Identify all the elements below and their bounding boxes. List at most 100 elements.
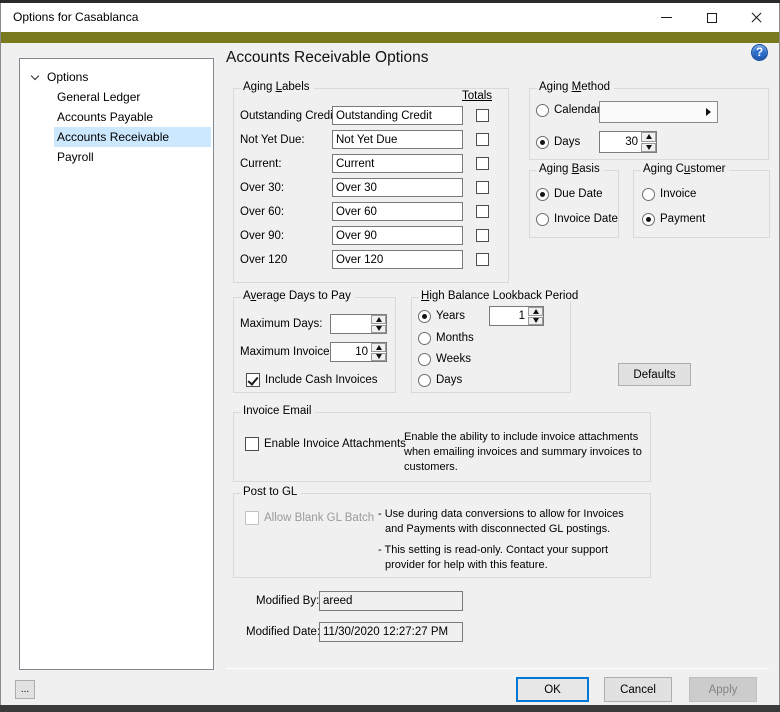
include-cash-invoices-checkbox[interactable] — [246, 373, 260, 387]
payment-radio-label: Payment — [660, 213, 706, 225]
window-title: Options for Casablanca — [13, 10, 139, 24]
aging-row-label: Not Yet Due: — [240, 133, 305, 146]
triangle-up-icon — [375, 344, 382, 350]
spin-down-button[interactable] — [528, 316, 543, 325]
options-dialog: Options for Casablanca ? Options General… — [0, 3, 780, 705]
spin-up-button[interactable] — [371, 315, 386, 324]
due-date-radio-label: Due Date — [554, 188, 603, 200]
due-date-radio-row[interactable]: Due Date — [536, 186, 603, 202]
tree-item-general-ledger[interactable]: General Ledger — [20, 87, 213, 107]
tree-item-accounts-payable[interactable]: Accounts Payable — [20, 107, 213, 127]
payment-radio-row[interactable]: Payment — [642, 211, 705, 227]
ok-button[interactable]: OK — [516, 677, 589, 702]
aging-label-input[interactable] — [332, 154, 463, 173]
totals-checkbox[interactable] — [476, 229, 489, 242]
aging-label-input[interactable] — [332, 250, 463, 269]
tree-item-options[interactable]: Options — [20, 67, 213, 87]
years-radio-label: Years — [436, 310, 465, 322]
totals-checkbox[interactable] — [476, 109, 489, 122]
title-bar[interactable]: Options for Casablanca — [1, 3, 779, 32]
totals-checkbox[interactable] — [476, 181, 489, 194]
invoice-date-radio-row[interactable]: Invoice Date — [536, 211, 618, 227]
spin-up-button[interactable] — [528, 307, 543, 316]
close-button[interactable] — [734, 3, 779, 32]
maximum-invoices-spinner — [330, 342, 387, 362]
payment-radio[interactable] — [642, 212, 655, 226]
weeks-radio[interactable] — [418, 352, 431, 366]
enable-invoice-attachments-row[interactable]: Enable Invoice Attachments — [245, 436, 406, 452]
spin-down-button[interactable] — [371, 352, 386, 361]
post-to-gl-group-title: Post to GL — [241, 486, 302, 498]
triangle-down-icon — [532, 318, 539, 324]
totals-checkbox[interactable] — [476, 157, 489, 170]
invoice-email-group: Invoice Email Enable Invoice Attachments… — [233, 405, 651, 482]
lookback-period-group: High Balance Lookback Period Years Month… — [411, 290, 583, 393]
weeks-radio-row[interactable]: Weeks — [418, 351, 471, 367]
cancel-button[interactable]: Cancel — [604, 677, 672, 702]
spinner-buttons — [371, 343, 386, 361]
minimize-icon — [661, 17, 672, 18]
months-radio[interactable] — [418, 331, 431, 345]
totals-checkbox[interactable] — [476, 133, 489, 146]
enable-invoice-attachments-checkbox[interactable] — [245, 437, 259, 451]
lookback-input[interactable] — [490, 307, 528, 325]
days-lookback-radio-row[interactable]: Days — [418, 372, 462, 388]
tree-item-accounts-receivable[interactable]: Accounts Receivable — [20, 127, 213, 147]
years-radio[interactable] — [418, 309, 431, 323]
days-radio-label: Days — [554, 136, 581, 148]
help-icon[interactable]: ? — [751, 44, 768, 61]
defaults-button[interactable]: Defaults — [618, 363, 691, 386]
footer-divider — [226, 668, 769, 669]
aging-basis-group-title: Aging Basis — [537, 163, 604, 175]
maximize-button[interactable] — [689, 3, 734, 32]
aging-label-input[interactable] — [332, 106, 463, 125]
totals-checkbox[interactable] — [476, 205, 489, 218]
invoice-radio-row[interactable]: Invoice — [642, 186, 696, 202]
page-title: Accounts Receivable Options — [226, 49, 429, 66]
minimize-button[interactable] — [644, 3, 689, 32]
spin-down-button[interactable] — [641, 142, 656, 152]
spin-up-button[interactable] — [641, 132, 656, 142]
allow-blank-gl-batch-row: Allow Blank GL Batch — [245, 510, 374, 526]
aging-label-input[interactable] — [332, 130, 463, 149]
days-lookback-radio[interactable] — [418, 373, 431, 387]
aging-method-group-title: Aging Method — [537, 81, 614, 93]
average-days-group-title: Average Days to Pay — [241, 290, 355, 302]
tree-item-payroll[interactable]: Payroll — [20, 147, 213, 167]
dialog-body: ? Options General Ledger Accounts Payabl… — [1, 43, 779, 705]
spin-up-button[interactable] — [371, 343, 386, 352]
totals-checkbox[interactable] — [476, 253, 489, 266]
days-spinner-input[interactable] — [600, 132, 641, 152]
invoice-date-radio[interactable] — [536, 212, 549, 226]
calendar-radio-row[interactable]: Calendar — [536, 102, 601, 118]
days-radio[interactable] — [536, 135, 549, 149]
calendar-dropdown[interactable] — [599, 101, 718, 123]
maximum-invoices-input[interactable] — [331, 343, 371, 361]
invoice-email-group-title: Invoice Email — [241, 405, 316, 417]
years-radio-row[interactable]: Years — [418, 308, 465, 324]
aging-label-input[interactable] — [332, 226, 463, 245]
post-to-gl-group: Post to GL Allow Blank GL Batch - Use du… — [233, 486, 651, 578]
due-date-radio[interactable] — [536, 187, 549, 201]
apply-button: Apply — [689, 677, 757, 702]
months-radio-row[interactable]: Months — [418, 330, 474, 346]
aging-label-input[interactable] — [332, 202, 463, 221]
aging-row-label: Outstanding Credit: — [240, 109, 340, 122]
modified-date-field — [319, 622, 463, 642]
days-radio-row[interactable]: Days — [536, 134, 580, 150]
calendar-radio[interactable] — [536, 103, 549, 117]
include-cash-invoices-row[interactable]: Include Cash Invoices — [246, 372, 378, 388]
maximum-invoices-label: Maximum Invoices: — [240, 346, 339, 358]
aging-label-input[interactable] — [332, 178, 463, 197]
aging-customer-group-title: Aging Customer — [641, 163, 730, 175]
spin-down-button[interactable] — [371, 324, 386, 333]
average-days-group: Average Days to Pay Maximum Days: Maximu… — [233, 290, 396, 393]
background-window-bottom-strip — [0, 705, 780, 712]
chevron-down-icon[interactable] — [30, 71, 40, 81]
maximum-days-input[interactable] — [331, 315, 371, 333]
more-options-button[interactable]: ... — [15, 680, 35, 699]
spinner-buttons — [528, 307, 543, 325]
invoice-radio[interactable] — [642, 187, 655, 201]
tree-item-label: General Ledger — [57, 90, 141, 104]
allow-blank-gl-batch-checkbox — [245, 511, 259, 525]
